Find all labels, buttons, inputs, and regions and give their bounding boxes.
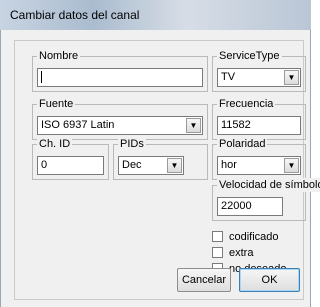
ch-id-label: Ch. ID	[37, 137, 73, 151]
nombre-group: Nombre	[32, 49, 208, 92]
polaridad-label: Polaridad	[217, 137, 268, 151]
service-type-value: TV	[221, 71, 236, 83]
window-title: Cambiar datos del canal	[10, 8, 140, 22]
chevron-down-icon[interactable]: ▼	[186, 118, 201, 133]
velocidad-input[interactable]: 22000	[217, 197, 283, 216]
nombre-label: Nombre	[37, 49, 81, 63]
frecuencia-label: Frecuencia	[217, 97, 276, 111]
velocidad-label: Velocidad de símbolo	[217, 178, 320, 192]
pids-group: PIDs Dec ▼	[113, 137, 208, 180]
service-type-label: ServiceType	[217, 49, 282, 63]
chevron-down-icon[interactable]: ▼	[284, 158, 299, 173]
service-type-group: ServiceType TV ▼	[212, 49, 306, 92]
polaridad-select[interactable]: hor ▼	[217, 156, 301, 175]
dialog-body: Nombre ServiceType TV ▼ Fuente ISO 6937 …	[0, 30, 320, 307]
checkbox-label: codificado	[229, 231, 279, 243]
checkbox-box[interactable]	[212, 231, 223, 242]
checkbox-box[interactable]	[212, 247, 223, 258]
chevron-down-icon[interactable]: ▼	[167, 158, 182, 173]
fuente-select[interactable]: ISO 6937 Latin ▼	[37, 116, 203, 135]
frecuencia-input[interactable]: 11582	[217, 116, 301, 135]
fuente-group: Fuente ISO 6937 Latin ▼	[32, 97, 208, 140]
checkbox-extra[interactable]: extra	[212, 246, 253, 260]
velocidad-value: 22000	[221, 200, 252, 212]
checkbox-codificado[interactable]: codificado	[212, 230, 279, 244]
channel-form-panel: Nombre ServiceType TV ▼ Fuente ISO 6937 …	[14, 40, 320, 300]
cancel-button[interactable]: Cancelar	[177, 268, 231, 292]
ch-id-value: 0	[41, 159, 48, 171]
service-type-select[interactable]: TV ▼	[217, 68, 301, 87]
ch-id-input[interactable]: 0	[37, 156, 104, 175]
ch-id-group: Ch. ID 0	[32, 137, 109, 180]
text-caret	[41, 71, 42, 84]
ok-button[interactable]: OK	[239, 268, 300, 292]
fuente-label: Fuente	[37, 97, 76, 111]
checkbox-label: extra	[229, 247, 254, 259]
velocidad-group: Velocidad de símbolo 22000	[212, 178, 320, 221]
pids-label: PIDs	[118, 137, 146, 151]
frecuencia-group: Frecuencia 11582	[212, 97, 306, 140]
fuente-value: ISO 6937 Latin	[41, 119, 115, 131]
frecuencia-value: 11582	[221, 119, 251, 131]
nombre-input[interactable]	[37, 68, 203, 87]
polaridad-group: Polaridad hor ▼	[212, 137, 306, 180]
pids-value: Dec	[122, 159, 142, 171]
chevron-down-icon[interactable]: ▼	[284, 70, 299, 85]
pids-select[interactable]: Dec ▼	[118, 156, 184, 175]
title-bar[interactable]: Cambiar datos del canal	[0, 0, 311, 30]
polaridad-value: hor	[221, 159, 237, 171]
